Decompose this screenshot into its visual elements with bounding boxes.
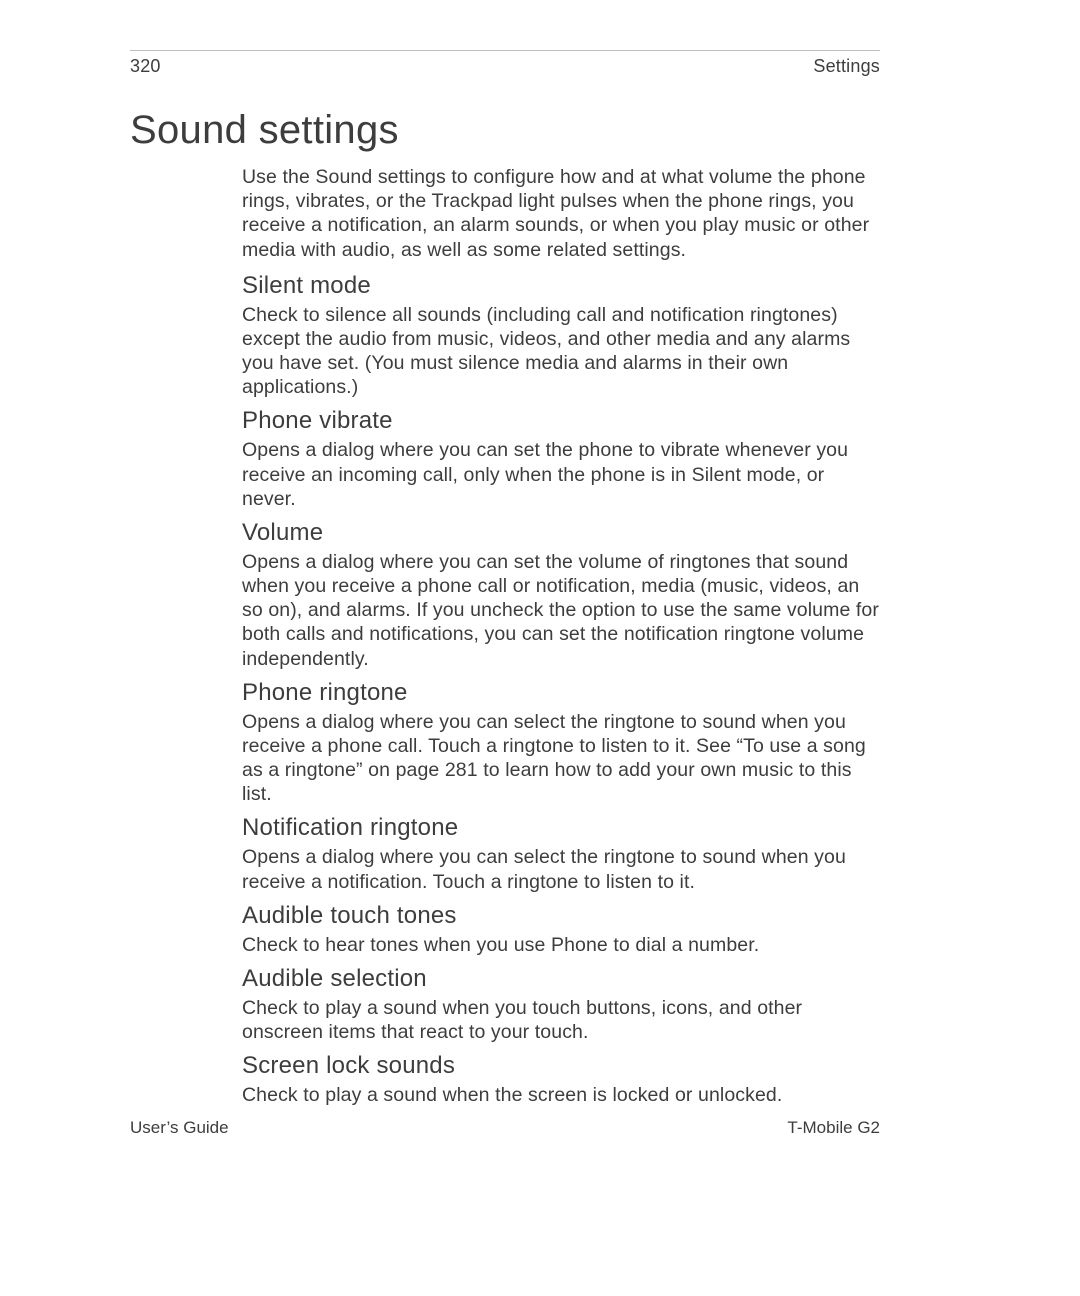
section-screen-lock-sounds: Screen lock sounds Check to play a sound…: [242, 1052, 882, 1107]
footer: User’s Guide T-Mobile G2: [130, 1118, 880, 1138]
section-body: Check to play a sound when the screen is…: [242, 1083, 882, 1107]
section-heading: Phone ringtone: [242, 679, 882, 707]
section-body: Check to play a sound when you touch but…: [242, 996, 882, 1044]
section-heading: Silent mode: [242, 272, 882, 300]
section-body: Opens a dialog where you can set the pho…: [242, 438, 882, 511]
section-audible-selection: Audible selection Check to play a sound …: [242, 965, 882, 1044]
section-body: Check to silence all sounds (including c…: [242, 303, 882, 400]
section-phone-vibrate: Phone vibrate Opens a dialog where you c…: [242, 407, 882, 511]
body: Use the Sound settings to configure how …: [242, 165, 882, 1115]
section-heading: Audible selection: [242, 965, 882, 993]
section-phone-ringtone: Phone ringtone Opens a dialog where you …: [242, 679, 882, 807]
section-body: Check to hear tones when you use Phone t…: [242, 933, 882, 957]
page-title: Sound settings: [130, 108, 399, 153]
section-heading: Volume: [242, 519, 882, 547]
section-notification-ringtone: Notification ringtone Opens a dialog whe…: [242, 814, 882, 893]
section-silent-mode: Silent mode Check to silence all sounds …: [242, 272, 882, 400]
section-body: Opens a dialog where you can select the …: [242, 845, 882, 893]
header-section: Settings: [813, 56, 880, 77]
section-heading: Audible touch tones: [242, 902, 882, 930]
section-body: Opens a dialog where you can set the vol…: [242, 550, 882, 671]
section-body: Opens a dialog where you can select the …: [242, 710, 882, 807]
header-divider: [130, 50, 880, 51]
footer-right: T-Mobile G2: [787, 1118, 880, 1138]
section-heading: Screen lock sounds: [242, 1052, 882, 1080]
section-heading: Notification ringtone: [242, 814, 882, 842]
section-heading: Phone vibrate: [242, 407, 882, 435]
page-number: 320: [130, 56, 161, 77]
header: 320 Settings: [130, 56, 880, 77]
footer-left: User’s Guide: [130, 1118, 229, 1138]
section-volume: Volume Opens a dialog where you can set …: [242, 519, 882, 671]
intro-paragraph: Use the Sound settings to configure how …: [242, 165, 882, 262]
page: 320 Settings Sound settings Use the Soun…: [0, 0, 1080, 1296]
section-audible-touch-tones: Audible touch tones Check to hear tones …: [242, 902, 882, 957]
